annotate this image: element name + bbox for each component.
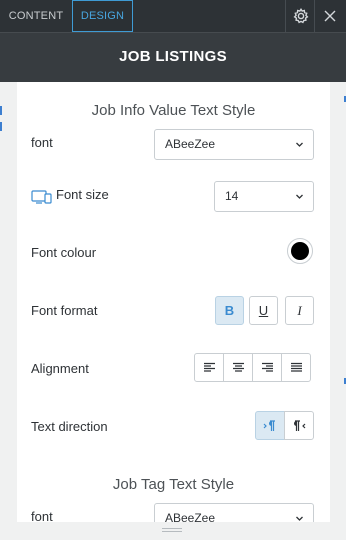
rtl-button[interactable]: [284, 411, 314, 440]
text-direction-button-group: [255, 411, 314, 440]
font-select[interactable]: ABeeZee: [154, 503, 314, 522]
design-settings-panel: Job Info Value Text Style font ABeeZee F…: [17, 82, 330, 522]
page-title: JOB LISTINGS: [119, 48, 227, 65]
ltr-button[interactable]: [255, 411, 285, 440]
colour-dot: [291, 242, 309, 260]
font-select-value: ABeeZee: [165, 511, 216, 522]
rtl-icon: [294, 419, 306, 431]
align-justify-icon: [290, 362, 302, 372]
align-center-button[interactable]: [223, 353, 253, 382]
close-icon: [324, 10, 335, 22]
font-select[interactable]: ABeeZee: [154, 129, 314, 160]
align-left-icon: [203, 362, 215, 372]
font-size-select[interactable]: 14: [214, 181, 314, 212]
underline-button[interactable]: U: [249, 296, 278, 325]
panel-header: JOB LISTINGS: [0, 32, 346, 82]
tab-design[interactable]: DESIGN: [72, 0, 133, 32]
section-title-job-tag: Job Tag Text Style: [112, 476, 235, 493]
font-label: font: [31, 509, 53, 522]
left-canvas-edge: [0, 82, 17, 540]
align-justify-button[interactable]: [281, 353, 311, 382]
resize-handle[interactable]: [0, 522, 346, 540]
font-select-value: ABeeZee: [165, 137, 216, 151]
canvas-marker: [0, 106, 2, 115]
font-format-label: Font format: [31, 303, 98, 318]
underline-glyph: U: [258, 303, 269, 318]
canvas-marker: [0, 122, 2, 131]
align-center-icon: [232, 362, 244, 372]
align-right-button[interactable]: [252, 353, 282, 382]
settings-button[interactable]: [286, 0, 315, 32]
chevron-down-icon: [296, 142, 303, 147]
font-colour-label: Font colour: [31, 245, 97, 260]
font-size-value: 14: [225, 189, 239, 203]
close-button[interactable]: [315, 0, 344, 32]
grip-line: [162, 528, 182, 529]
section-title-job-info: Job Info Value Text Style: [91, 102, 256, 119]
font-size-label: Font size: [56, 187, 109, 202]
gear-icon: [293, 8, 308, 24]
chevron-down-icon: [296, 516, 303, 521]
bold-button[interactable]: B: [215, 296, 244, 325]
grip-line: [162, 531, 182, 532]
italic-button[interactable]: I: [285, 296, 314, 325]
text-direction-label: Text direction: [31, 419, 108, 434]
alignment-label: Alignment: [31, 361, 89, 376]
top-toolbar: CONTENT DESIGN: [0, 0, 346, 32]
right-canvas-edge: [330, 82, 346, 540]
chevron-down-icon: [296, 194, 303, 199]
devices-icon[interactable]: [31, 190, 52, 204]
font-label: font: [31, 135, 53, 150]
alignment-button-group: [194, 353, 311, 382]
tab-content[interactable]: CONTENT: [0, 0, 72, 32]
ltr-icon: [263, 419, 275, 431]
align-right-icon: [261, 362, 273, 372]
align-left-button[interactable]: [194, 353, 224, 382]
font-colour-picker[interactable]: [287, 238, 313, 264]
